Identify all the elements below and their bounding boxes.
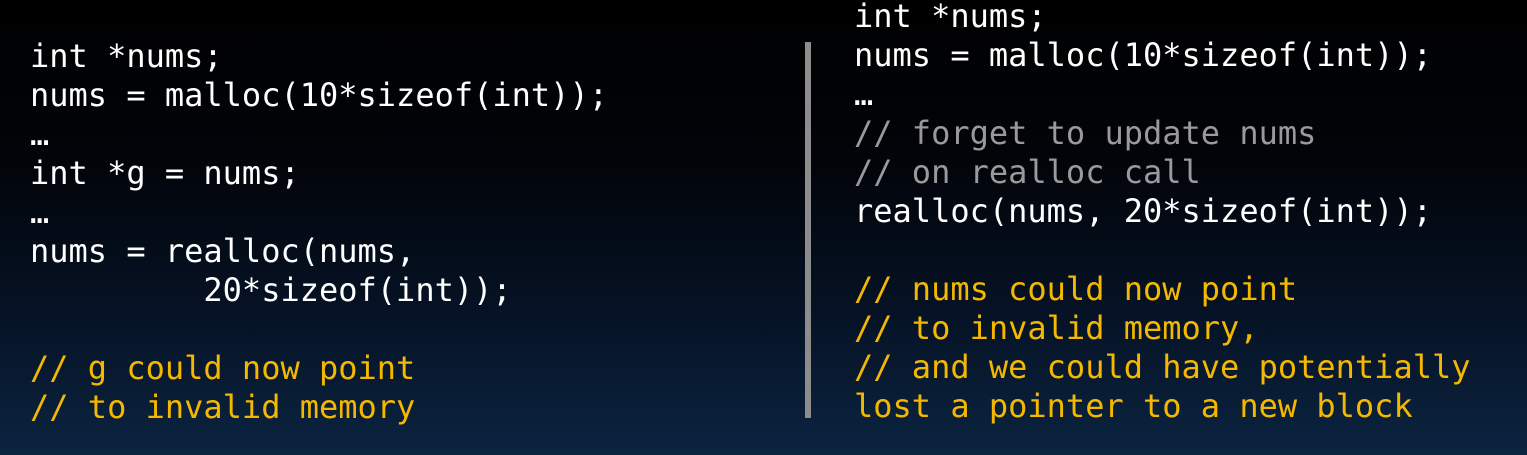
- code-line: 20*sizeof(int));: [30, 271, 512, 309]
- code-line: …: [30, 193, 50, 231]
- code-line: nums = malloc(10*sizeof(int));: [30, 76, 608, 114]
- comment-line: // on realloc call: [854, 153, 1201, 191]
- code-line: …: [30, 115, 50, 153]
- left-code-block: int *nums; nums = malloc(10*sizeof(int));…: [30, 37, 608, 427]
- highlight-comment-line: // nums could now point: [854, 270, 1298, 308]
- vertical-divider: [805, 42, 811, 418]
- highlight-comment-line: // and we could have potentially: [854, 348, 1471, 386]
- code-line: …: [854, 75, 874, 113]
- code-line: realloc(nums, 20*sizeof(int));: [854, 192, 1432, 230]
- code-line: int *nums;: [854, 0, 1047, 35]
- code-line: int *g = nums;: [30, 154, 300, 192]
- code-line: int *nums;: [30, 37, 223, 75]
- highlight-comment-line: // g could now point: [30, 349, 416, 387]
- code-line: nums = realloc(nums,: [30, 232, 416, 270]
- code-line: nums = malloc(10*sizeof(int));: [854, 36, 1432, 74]
- highlight-comment-line: // to invalid memory: [30, 388, 416, 426]
- right-code-block: int *nums; nums = malloc(10*sizeof(int));…: [854, 0, 1471, 426]
- highlight-comment-line: // to invalid memory,: [854, 309, 1259, 347]
- highlight-comment-line: lost a pointer to a new block: [854, 387, 1413, 425]
- comment-line: // forget to update nums: [854, 114, 1317, 152]
